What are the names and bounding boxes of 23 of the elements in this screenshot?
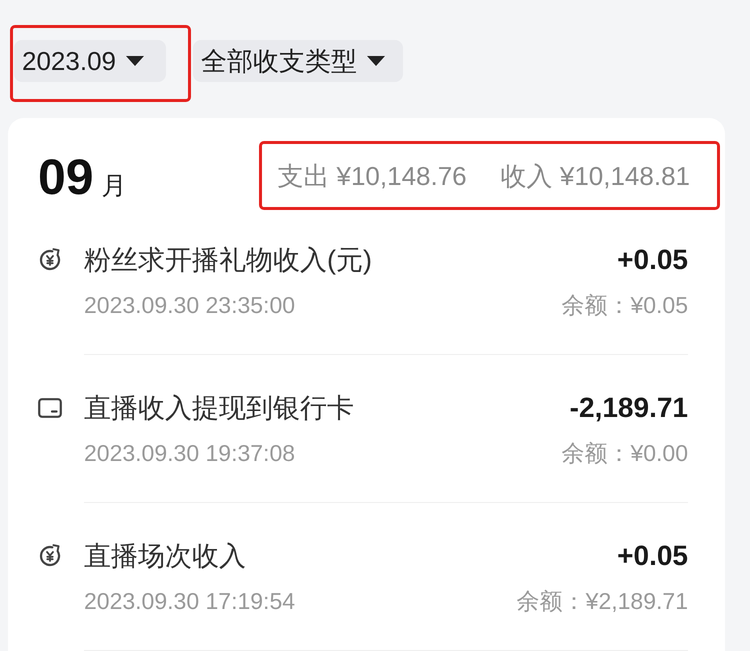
transaction-amount: -2,189.71	[570, 392, 688, 424]
transaction-time: 2023.09.30 17:19:54	[84, 588, 296, 614]
summary-total: 收入 ¥10,148.81	[500, 160, 690, 193]
filter-dropdown[interactable]: 全部收支类型	[192, 40, 403, 82]
transaction-title: 直播场次收入	[84, 540, 246, 573]
caret-icon	[366, 56, 385, 66]
month-unit: 月	[102, 170, 127, 202]
summary-total: 支出 ¥10,148.76	[277, 160, 467, 193]
balance-text: 余额：¥2,189.71	[516, 586, 688, 616]
transaction-title: 粉丝求开播礼物收入(元)	[84, 244, 372, 277]
transaction-time: 2023.09.30 23:35:00	[84, 292, 296, 318]
transaction-amount: +0.05	[617, 540, 688, 572]
transaction-amount: +0.05	[617, 244, 688, 276]
transaction-time: 2023.09.30 19:37:08	[84, 440, 296, 466]
yuan-circle-arrow-icon	[38, 544, 62, 568]
caret-icon	[126, 56, 144, 66]
month-number: 09	[38, 152, 94, 202]
filter-dropdown[interactable]: 2023.09	[14, 40, 166, 82]
yuan-circle-arrow-icon	[38, 248, 62, 272]
balance-text: 余额：¥0.00	[561, 438, 688, 468]
card-icon	[38, 398, 62, 418]
balance-text: 余额：¥0.05	[561, 290, 688, 320]
transaction-title: 直播收入提现到银行卡	[84, 392, 354, 425]
